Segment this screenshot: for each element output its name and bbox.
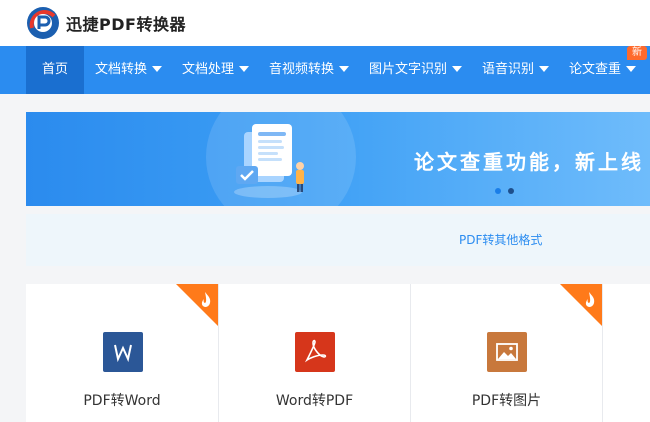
- tool-card-label: PDF转图片: [471, 393, 542, 409]
- carousel-dot[interactable]: [508, 188, 514, 194]
- hot-flame-icon: [176, 284, 218, 326]
- promo-banner[interactable]: 论文查重功能，新上线: [26, 112, 650, 206]
- tool-card-label: PDF转Word: [83, 393, 161, 409]
- new-badge: 新: [627, 46, 647, 60]
- nav-item-label: 语音识别: [482, 62, 535, 77]
- image-icon: [487, 332, 527, 372]
- tab-pdf-to-other[interactable]: PDF转其他格式: [459, 231, 542, 248]
- tool-card-pdf-to-word[interactable]: PDF转Word: [26, 284, 218, 422]
- nav-item-label: 文档转换: [95, 62, 148, 77]
- main-navbar: 首页 文档转换 文档处理 音视频转换 图片文字识别 语音识别 论文查重: [0, 46, 650, 94]
- nav-item-speech[interactable]: 语音识别: [482, 46, 550, 94]
- nav-item-home[interactable]: 首页: [26, 46, 84, 94]
- format-tab-bar: PDF转其他格式: [26, 214, 650, 266]
- tool-card-label: Word转PDF: [275, 393, 354, 409]
- tool-card-pdf-to-image[interactable]: PDF转图片: [410, 284, 602, 422]
- hot-flame-icon: [560, 284, 602, 326]
- caret-down-icon: [539, 65, 550, 72]
- caret-down-icon: [339, 65, 350, 72]
- app-logo-icon[interactable]: [26, 6, 60, 40]
- word-icon: [103, 332, 143, 372]
- nav-item-plagiarism[interactable]: 论文查重: [569, 46, 637, 94]
- app-header: 迅捷PDF转换器: [0, 0, 650, 46]
- caret-down-icon: [626, 65, 637, 72]
- pdf-icon: [295, 332, 335, 372]
- nav-item-av-convert[interactable]: 音视频转换: [269, 46, 350, 94]
- tool-card-partial[interactable]: [602, 284, 650, 422]
- app-title: 迅捷PDF转换器: [66, 15, 186, 34]
- nav-item-doc-convert[interactable]: 文档转换: [95, 46, 163, 94]
- banner-slogan: 论文查重功能，新上线: [414, 150, 644, 174]
- tool-card-word-to-pdf[interactable]: Word转PDF: [218, 284, 410, 422]
- caret-down-icon: [452, 65, 463, 72]
- caret-down-icon: [152, 65, 163, 72]
- nav-item-label: 文档处理: [182, 62, 235, 77]
- caret-down-icon: [239, 65, 250, 72]
- document-check-illustration: [234, 124, 304, 198]
- nav-item-label: 音视频转换: [269, 62, 335, 77]
- nav-item-label: 图片文字识别: [369, 62, 448, 77]
- nav-item-doc-process[interactable]: 文档处理: [182, 46, 250, 94]
- nav-item-label: 论文查重: [569, 62, 622, 77]
- nav-item-ocr[interactable]: 图片文字识别: [369, 46, 463, 94]
- nav-item-label: 首页: [41, 62, 68, 77]
- carousel-dot-active[interactable]: [495, 188, 501, 194]
